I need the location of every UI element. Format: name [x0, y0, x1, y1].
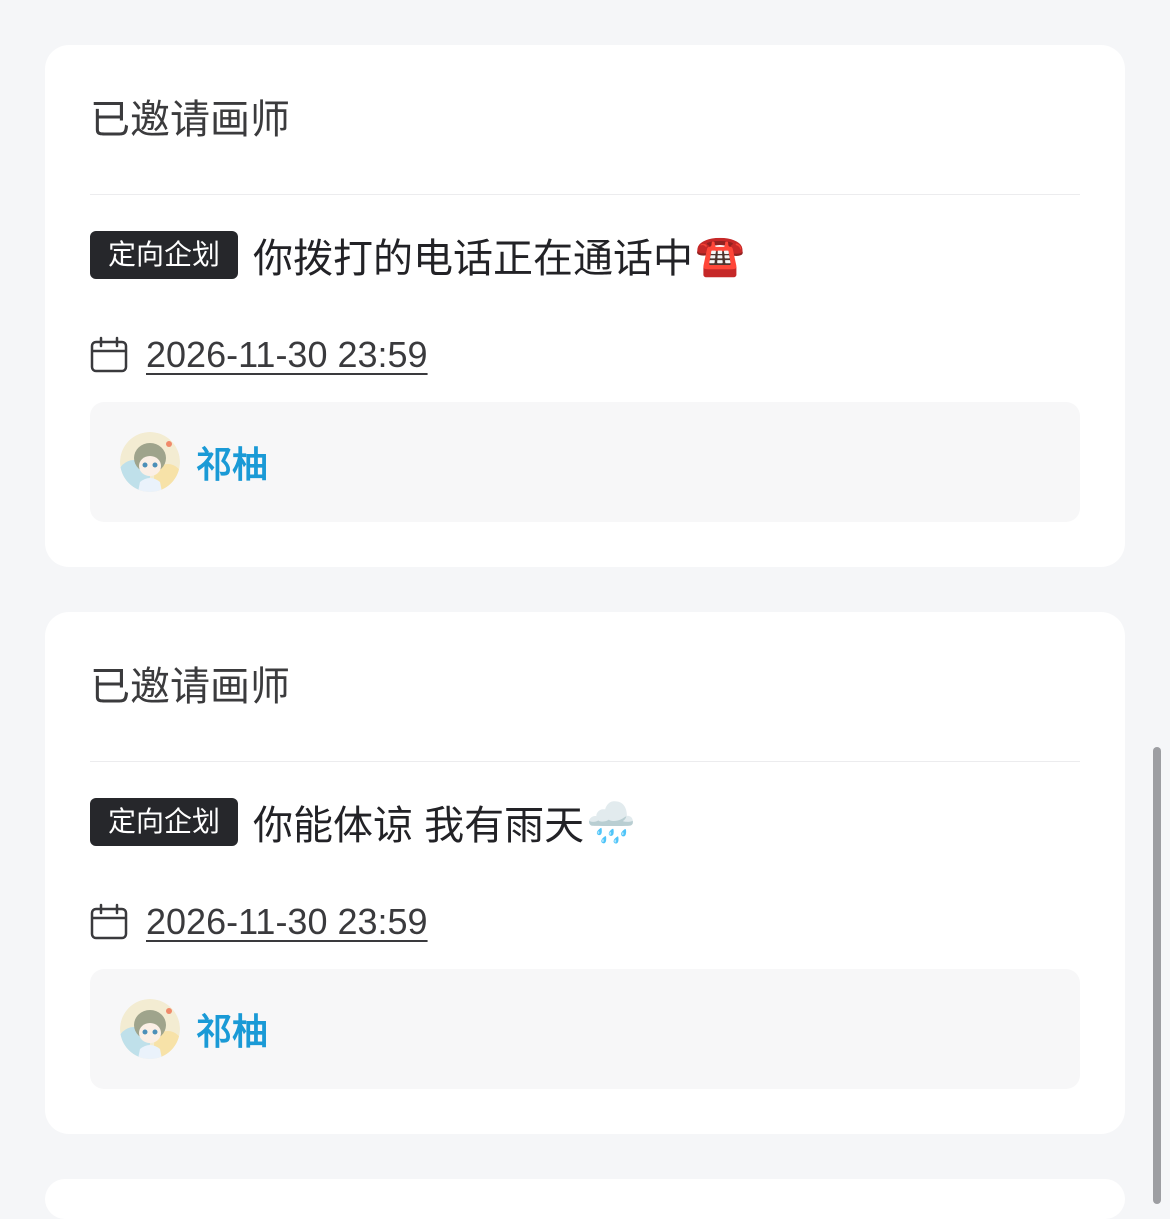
- artist-name[interactable]: 祁柚: [196, 1003, 268, 1055]
- card-heading: 已邀请画师: [90, 98, 290, 142]
- calendar-icon: [90, 903, 128, 940]
- artist-item[interactable]: 祁柚: [90, 969, 1080, 1089]
- divider: [90, 761, 1080, 762]
- project-title-row[interactable]: 定向企划 你能体谅 我有雨天 🌧️: [90, 797, 636, 848]
- invited-artists-card: 已邀请画师 定向企划 你拨打的电话正在通话中 ☎️ 2026-11-30 23:…: [45, 45, 1125, 567]
- rain-cloud-emoji-icon: 🌧️: [586, 800, 636, 845]
- scrollbar[interactable]: [1153, 747, 1161, 1204]
- card-heading: 已邀请画师: [90, 665, 290, 709]
- deadline-date: 2026-11-30 23:59: [146, 334, 428, 375]
- deadline-row: 2026-11-30 23:59: [90, 897, 428, 947]
- calendar-icon: [90, 336, 128, 373]
- invited-artists-card: 已邀请画师 定向企划 你能体谅 我有雨天 🌧️ 2026-11-30 23:59: [45, 612, 1125, 1134]
- project-type-tag: 定向企划: [90, 231, 239, 279]
- project-title-row[interactable]: 定向企划 你拨打的电话正在通话中 ☎️: [90, 230, 745, 281]
- project-title[interactable]: 你拨打的电话正在通话中: [253, 226, 693, 284]
- artist-name[interactable]: 祁柚: [196, 436, 268, 488]
- invited-artists-card-partial: [45, 1179, 1125, 1219]
- avatar[interactable]: [120, 999, 180, 1059]
- divider: [90, 194, 1080, 195]
- deadline-date: 2026-11-30 23:59: [146, 901, 428, 942]
- telephone-emoji-icon: ☎️: [695, 233, 745, 278]
- deadline-row: 2026-11-30 23:59: [90, 330, 428, 380]
- avatar[interactable]: [120, 432, 180, 492]
- artist-item[interactable]: 祁柚: [90, 402, 1080, 522]
- project-type-tag: 定向企划: [90, 798, 239, 846]
- project-title[interactable]: 你能体谅 我有雨天: [253, 793, 584, 851]
